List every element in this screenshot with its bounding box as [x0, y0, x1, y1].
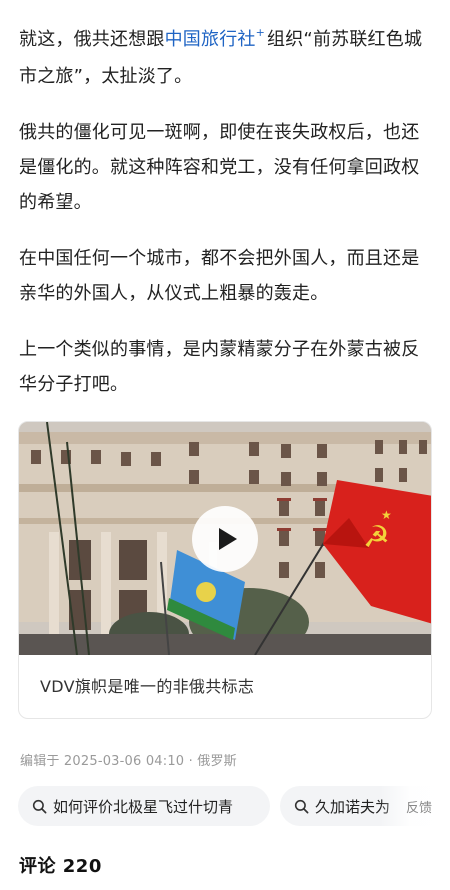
edit-meta: 编辑于 2025-03-06 04:10 · 俄罗斯 [20, 754, 237, 769]
search-icon [32, 799, 47, 813]
paragraph-2: 俄共的僵化可见一斑啊，即使在丧失政权后，也还是僵化的。就这种阵容和党工，没有任何… [19, 122, 420, 213]
play-button[interactable] [192, 506, 258, 572]
comments-count[interactable]: 评论 220 [19, 852, 102, 878]
link-sparkle-icon: + [255, 26, 266, 39]
paragraph-1: 就这，俄共还想跟中国旅行社+ 组织“前苏联红色城市之旅”，太扯淡了。 [19, 22, 437, 94]
search-chip-1-label: 如何评价北极星飞过什切青 [53, 797, 234, 816]
flag-star-icon: ★ [381, 508, 392, 522]
search-icon [294, 799, 309, 813]
video-caption: VDV旗帜是唯一的非俄共标志 [40, 677, 255, 696]
paragraph-1-text-a: 就这，俄共还想跟 [19, 29, 165, 50]
article-body: 就这，俄共还想跟中国旅行社+ 组织“前苏联红色城市之旅”，太扯淡了。 俄共的僵化可… [19, 22, 437, 423]
search-chip-1[interactable]: 如何评价北极星飞过什切青 [18, 786, 270, 826]
search-chip-2-label: 久加诺夫为 [315, 797, 391, 816]
play-icon [218, 528, 237, 550]
paragraph-4: 上一个类似的事情，是内蒙精蒙分子在外蒙古被反华分子打吧。 [19, 339, 420, 395]
video-card[interactable]: ☭ ★ VDV旗帜是唯一的非俄共标志 [18, 421, 432, 719]
travel-agency-link[interactable]: 中国旅行社 [165, 29, 256, 50]
video-thumbnail[interactable]: ☭ ★ [19, 422, 431, 655]
hammer-sickle-icon: ☭ [363, 520, 390, 555]
feedback-link[interactable]: 反馈 [406, 797, 432, 816]
paragraph-3: 在中国任何一个城市，都不会把外国人，而且还是亲华的外国人，从仪式上粗暴的轰走。 [19, 248, 420, 304]
related-search-chips: 如何评价北极星飞过什切青 久加诺夫为 反馈 [18, 786, 450, 828]
